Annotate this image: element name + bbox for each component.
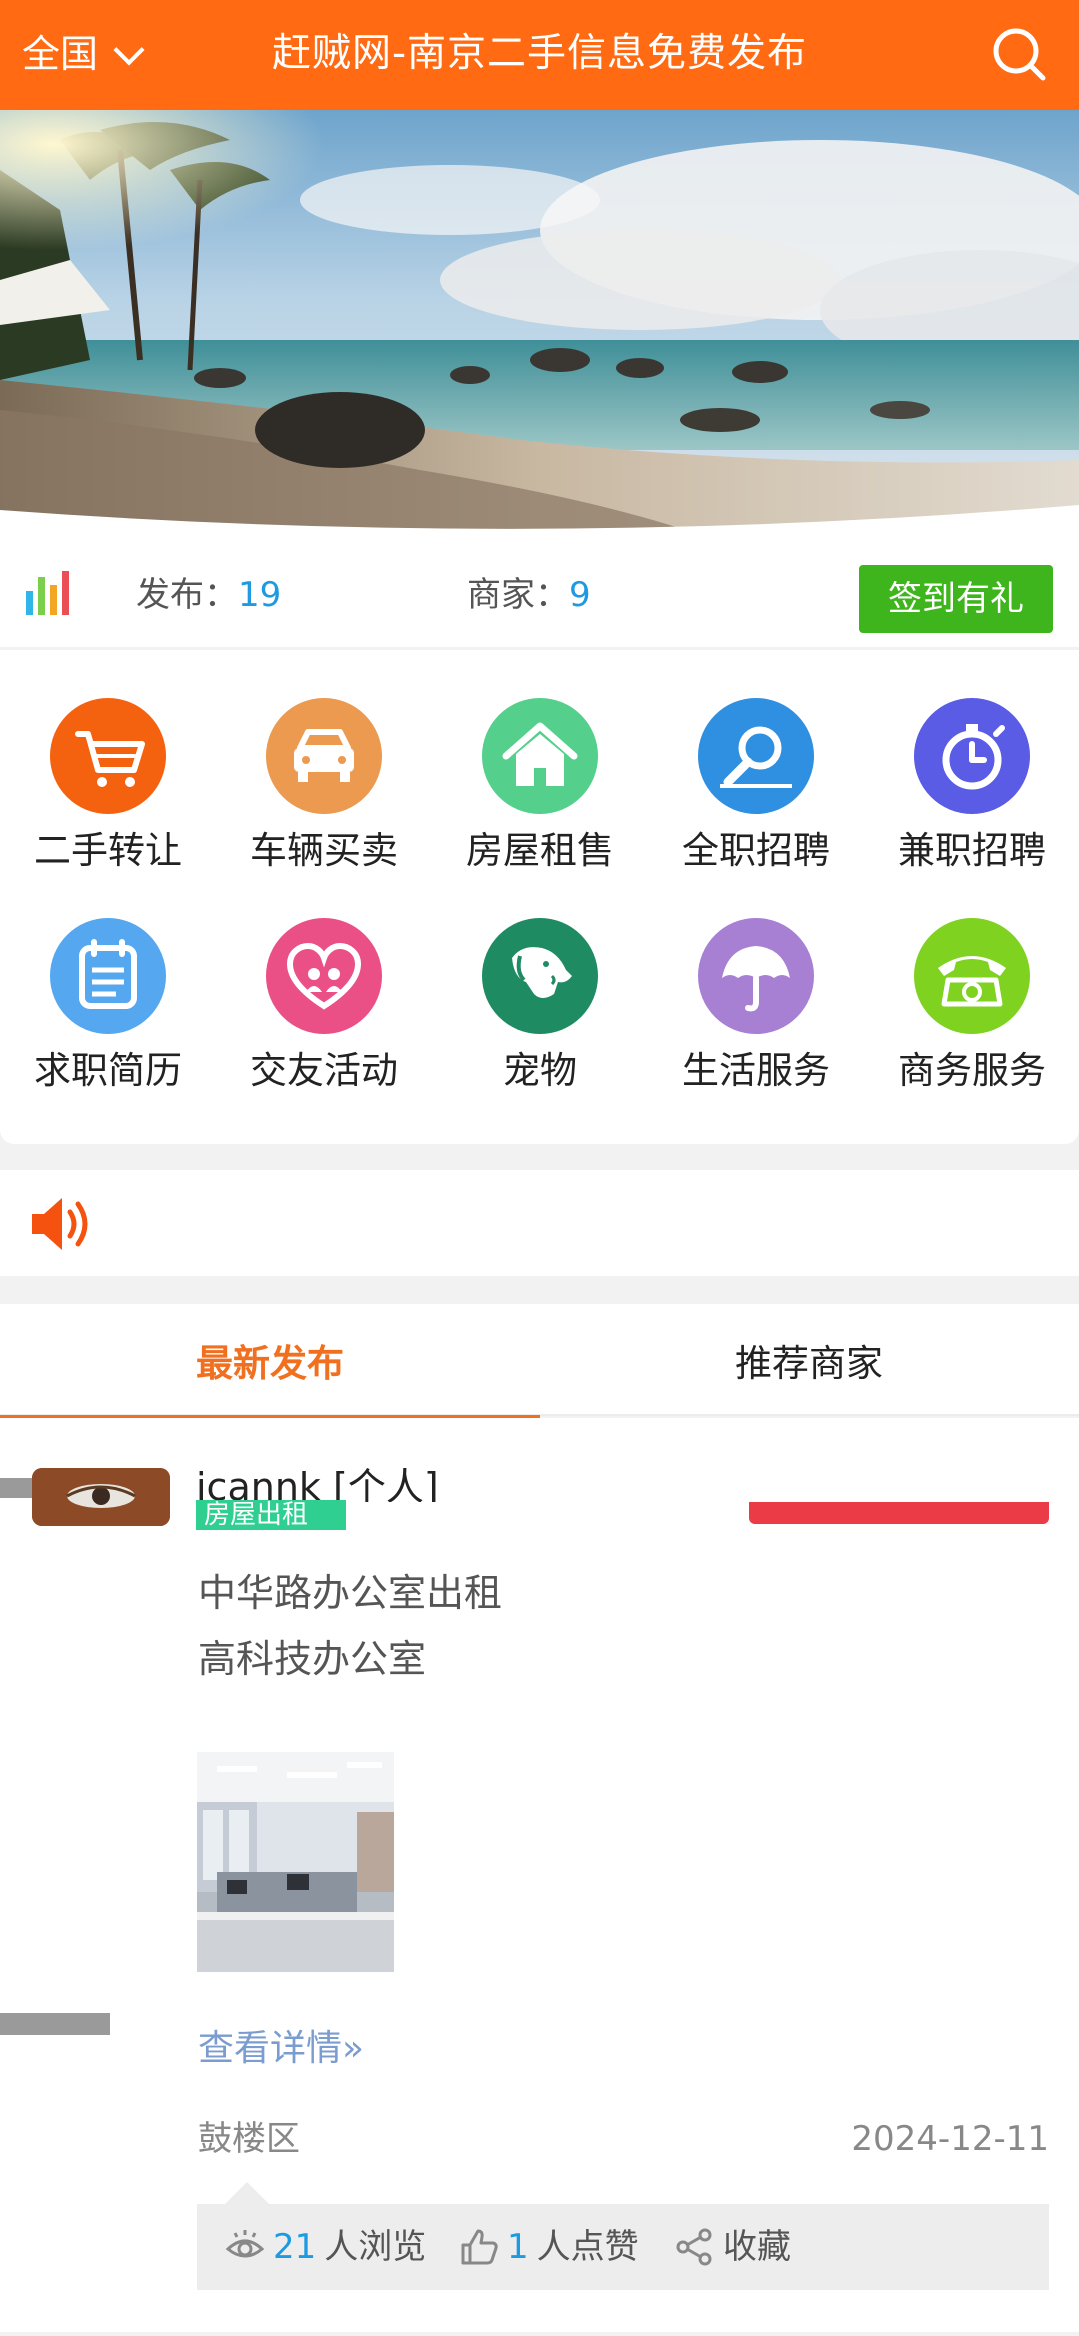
category-fulltime-jobs[interactable]: 全职招聘 <box>648 698 864 898</box>
magnifier-icon <box>698 698 814 814</box>
page-title: 赶贼网-南京二手信息免费发布 <box>271 31 808 76</box>
views-count: 21 人浏览 <box>225 2224 426 2270</box>
merchants-value: 9 <box>569 575 591 615</box>
car-icon <box>266 698 382 814</box>
post-subtitle[interactable]: 高科技办公室 <box>198 1634 426 1684</box>
category-label: 求职简历 <box>34 1049 182 1092</box>
avatar[interactable] <box>32 1468 170 1526</box>
top-header: 全国 赶贼网-南京二手信息免费发布 <box>0 0 1079 110</box>
category-vehicles[interactable]: 车辆买卖 <box>216 698 432 898</box>
post-photo[interactable] <box>197 1752 394 1972</box>
notepad-icon <box>50 918 166 1034</box>
category-grid: 二手转让 车辆买卖 房屋租售 全职招聘 兼职招聘 求职简历 交友活动 宠物 生活… <box>0 650 1079 1144</box>
posts-count: 发布：19 <box>136 573 281 617</box>
category-life-services[interactable]: 生活服务 <box>648 918 864 1118</box>
view-details-link[interactable]: 查看详情» <box>198 2024 364 2074</box>
category-business-services[interactable]: 商务服务 <box>864 918 1079 1118</box>
category-parttime-jobs[interactable]: 兼职招聘 <box>864 698 1079 898</box>
likes-label: 人点赞 <box>536 2227 639 2267</box>
dog-icon <box>482 918 598 1034</box>
category-label: 车辆买卖 <box>250 829 398 872</box>
category-label: 全职招聘 <box>682 829 830 872</box>
cart-icon <box>50 698 166 814</box>
tab-merchants[interactable]: 推荐商家 <box>539 1304 1079 1416</box>
category-pets[interactable]: 宠物 <box>432 918 648 1118</box>
search-icon[interactable] <box>989 24 1049 84</box>
post-card[interactable]: icannk [个人] 房屋出租 中华路办公室出租 高科技办公室 查看详情» 鼓… <box>0 1418 1079 2332</box>
posts-value: 19 <box>238 575 282 615</box>
category-label: 二手转让 <box>34 829 182 872</box>
post-date: 2024-12-11 <box>851 2119 1049 2159</box>
eye-icon <box>225 2230 265 2258</box>
category-housing[interactable]: 房屋租售 <box>432 698 648 898</box>
umbrella-icon <box>698 918 814 1034</box>
share-icon <box>676 2228 712 2266</box>
stats-bar: 发布：19 商家：9 签到有礼 <box>0 535 1079 647</box>
views-value: 21 <box>273 2227 317 2267</box>
posts-label: 发布： <box>136 575 238 615</box>
stopwatch-icon <box>914 698 1030 814</box>
checkin-button[interactable]: 签到有礼 <box>859 565 1053 633</box>
post-title[interactable]: 中华路办公室出租 <box>198 1568 502 1618</box>
category-label: 房屋租售 <box>466 829 614 872</box>
merchants-label: 商家： <box>467 575 569 615</box>
favorite-label: 收藏 <box>723 2227 791 2267</box>
category-resumes[interactable]: 求职简历 <box>0 918 216 1118</box>
bar-chart-icon <box>26 571 69 615</box>
post-meta-bar: 21 人浏览 1 人点赞 收藏 <box>197 2182 1049 2290</box>
merchants-count: 商家：9 <box>467 573 591 617</box>
category-dating[interactable]: 交友活动 <box>216 918 432 1118</box>
speaker-icon <box>32 1198 88 1250</box>
thumbs-up-icon <box>461 2229 498 2265</box>
house-icon <box>482 698 598 814</box>
like-button[interactable]: 1 人点赞 <box>459 2224 639 2270</box>
category-label: 兼职招聘 <box>898 829 1046 872</box>
telephone-icon <box>914 918 1030 1034</box>
category-label: 宠物 <box>503 1049 577 1092</box>
category-secondhand[interactable]: 二手转让 <box>0 698 216 898</box>
post-district: 鼓楼区 <box>198 2119 300 2159</box>
category-label: 交友活动 <box>250 1049 398 1092</box>
category-label: 商务服务 <box>898 1049 1046 1092</box>
tab-latest[interactable]: 最新发布 <box>0 1304 540 1418</box>
views-label: 人浏览 <box>324 2227 427 2267</box>
content-tabs: 最新发布 推荐商家 <box>0 1304 1079 1418</box>
post-username[interactable]: icannk [个人] <box>196 1462 439 1502</box>
decor-mark <box>0 2013 110 2035</box>
likes-value: 1 <box>507 2227 529 2267</box>
notice-bar[interactable] <box>0 1170 1079 1276</box>
heart-icon <box>266 918 382 1034</box>
banner-image[interactable] <box>0 110 1079 535</box>
category-label: 生活服务 <box>682 1049 830 1092</box>
post-badge <box>749 1502 1049 1524</box>
post-category-tag: 房屋出租 <box>196 1500 346 1530</box>
favorite-button[interactable]: 收藏 <box>675 2224 791 2270</box>
